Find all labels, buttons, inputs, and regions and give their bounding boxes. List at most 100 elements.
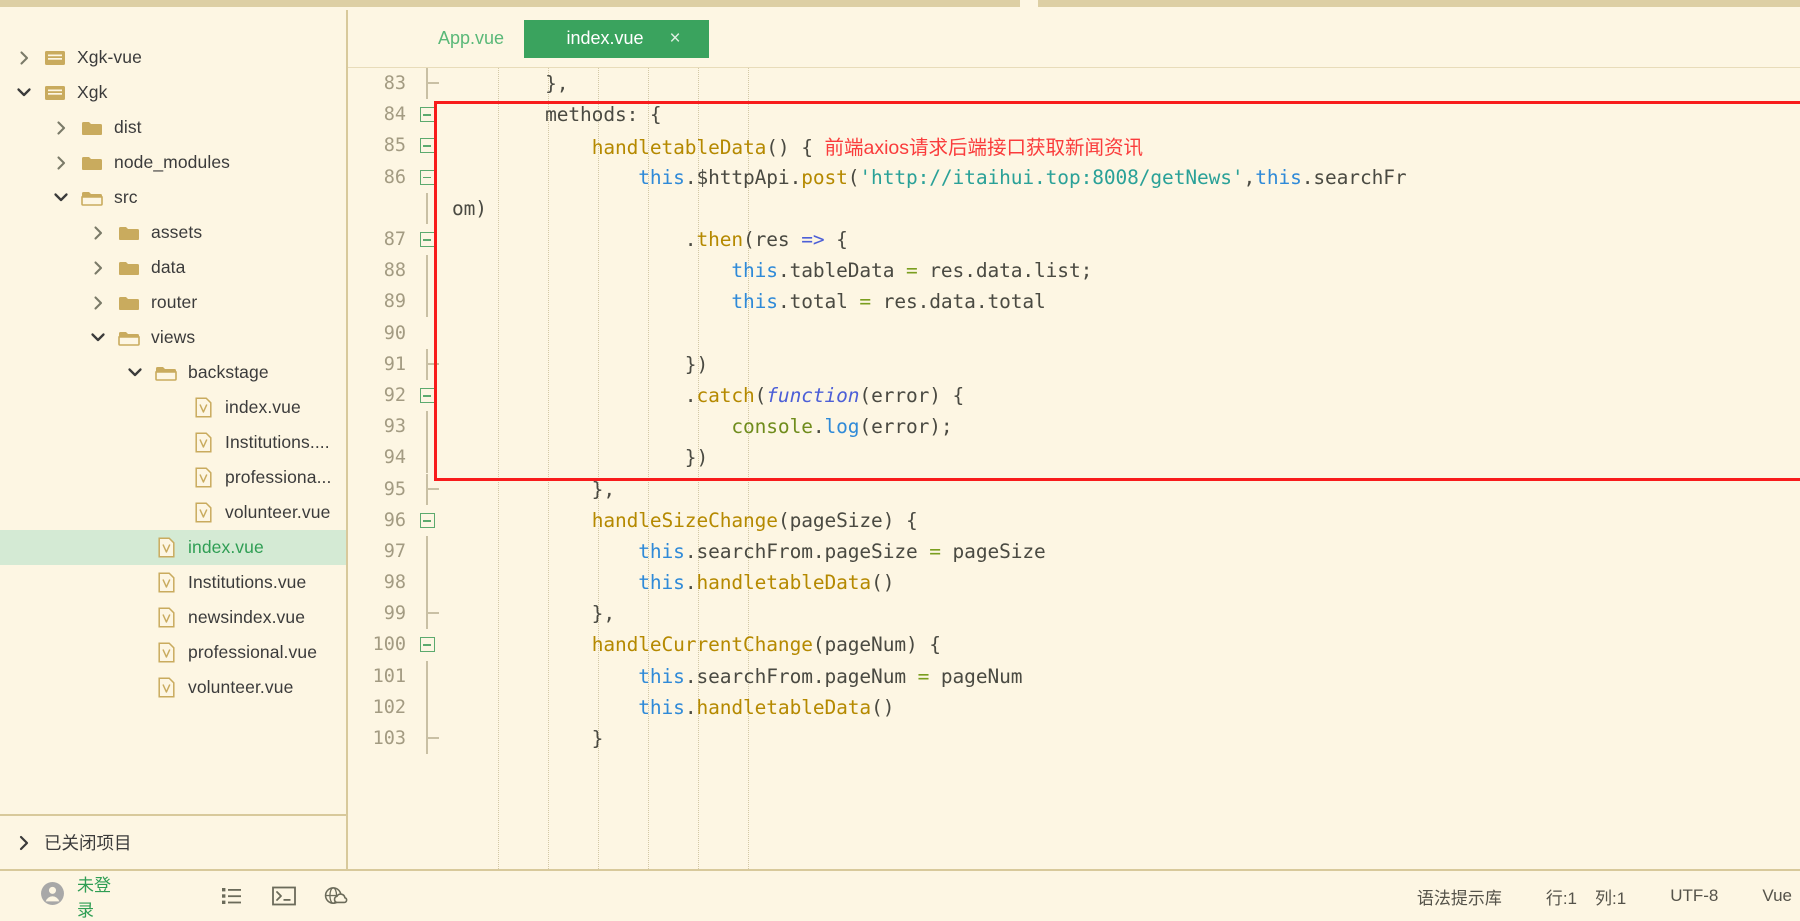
chevron-down-icon[interactable] (51, 188, 71, 208)
code-line[interactable]: 93 console.log(error); (348, 411, 1800, 443)
chevron-down-icon[interactable] (125, 363, 145, 383)
tree-item-index-vue[interactable]: index.vue (0, 530, 346, 565)
chevron-right-icon[interactable] (88, 293, 108, 313)
code-line[interactable]: 103 } (348, 723, 1800, 755)
chevron-right-icon[interactable] (88, 223, 108, 243)
line-number: 86 (383, 166, 406, 188)
project-file-tree[interactable]: Xgk-vue Xgk dist node_modules src assets data r… (0, 10, 346, 814)
code-line[interactable]: 96 handleSizeChange(pageSize) { (348, 505, 1800, 536)
code-line[interactable]: 89 this.total = res.data.total (348, 286, 1800, 318)
code-text: handleSizeChange(pageSize) { (591, 508, 918, 532)
editor-tab-app-vue[interactable]: App.vue (418, 20, 524, 58)
status-bar: 未登录 语法提示库 行:1 列:1 UTF-8 Vue (0, 869, 1800, 921)
chevron-right-icon[interactable] (51, 118, 71, 138)
status-bar-tool-icons (220, 884, 348, 908)
fold-branch-marker (418, 473, 439, 505)
vue-file-icon (190, 432, 216, 454)
list-icon[interactable] (220, 884, 244, 908)
chevron-right-icon (14, 833, 34, 853)
code-line[interactable]: 95 }, (348, 473, 1800, 505)
vue-file-icon (190, 502, 216, 524)
line-number: 100 (372, 634, 406, 656)
tree-item-index-vue[interactable]: index.vue (0, 390, 346, 425)
editor-tab-index-vue[interactable]: index.vue × (524, 19, 710, 58)
code-line[interactable]: 84 methods: { (348, 99, 1800, 130)
tree-item-assets[interactable]: assets (0, 215, 346, 250)
fold-collapse-icon[interactable] (418, 636, 436, 654)
code-line[interactable]: 83 }, (348, 68, 1800, 100)
vue-file-icon (153, 642, 179, 664)
code-line[interactable]: 99 }, (348, 598, 1800, 630)
code-line[interactable]: 97 this.searchFrom.pageSize = pageSize (348, 535, 1800, 567)
chevron-right-icon[interactable] (88, 258, 108, 278)
code-line[interactable]: 87 .then(res => { (348, 224, 1800, 255)
code-line[interactable]: 98 this.handletableData() (348, 567, 1800, 599)
code-line[interactable]: 102 this.handletableData() (348, 691, 1800, 723)
code-lines[interactable]: 83 }, 84 methods: {85 handletableData() {… (348, 68, 1800, 869)
fold-collapse-icon[interactable] (418, 168, 436, 186)
code-text: this.total = res.data.total (731, 290, 1046, 314)
chevron-right-icon[interactable] (51, 153, 71, 173)
tree-item-dist[interactable]: dist (0, 110, 346, 145)
folder-closed-icon (116, 292, 142, 314)
cursor-position[interactable]: 行:1 列:1 (1546, 884, 1626, 909)
tree-item-data[interactable]: data (0, 250, 346, 285)
encoding-selector[interactable]: UTF-8 (1670, 886, 1718, 906)
chevron-right-icon[interactable] (14, 48, 34, 68)
fold-collapse-icon[interactable] (418, 137, 436, 155)
toolbar-segment-left (0, 0, 1020, 7)
editor-tabbar[interactable]: App.vue index.vue × (348, 10, 1800, 68)
code-line[interactable]: 94 }) (348, 442, 1800, 474)
fold-collapse-icon[interactable] (418, 511, 436, 529)
syntax-library-button[interactable]: 语法提示库 (1417, 884, 1502, 909)
tree-item-professiona[interactable]: professiona... (0, 460, 346, 495)
line-number: 89 (383, 291, 406, 313)
code-line[interactable]: 85 handletableData() { 前端axios请求后端接口获取新闻… (348, 130, 1800, 161)
code-line[interactable]: 86 this.$httpApi.post('http://itaihui.to… (348, 162, 1800, 193)
tree-item-volunteer-vue[interactable]: volunteer.vue (0, 495, 346, 530)
fold-collapse-icon[interactable] (418, 386, 436, 404)
tree-item-router[interactable]: router (0, 285, 346, 320)
tree-item-backstage[interactable]: backstage (0, 355, 346, 390)
language-mode-selector[interactable]: Vue (1762, 886, 1792, 906)
code-annotation-text: 前端axios请求后端接口获取新闻资讯 (824, 137, 1144, 160)
chevron-down-icon[interactable] (14, 83, 34, 103)
terminal-icon[interactable] (272, 884, 296, 908)
tree-item-views[interactable]: views (0, 320, 346, 355)
code-line[interactable]: 92 .catch(function(error) { (348, 380, 1800, 411)
vertical-scrollbar[interactable] (1796, 126, 1800, 869)
closed-projects-row[interactable]: 已关闭项目 (0, 814, 346, 869)
fold-collapse-icon[interactable] (418, 106, 436, 124)
code-line[interactable]: 91 }) (348, 348, 1800, 380)
code-line[interactable]: om) (348, 192, 1800, 224)
tree-item-professional-vue[interactable]: professional.vue (0, 635, 346, 670)
browser-cloud-icon[interactable] (324, 884, 348, 908)
tree-item-xgk-vue[interactable]: Xgk-vue (0, 40, 346, 75)
tree-item-src[interactable]: src (0, 180, 346, 215)
close-icon[interactable]: × (670, 29, 681, 48)
tree-item-xgk[interactable]: Xgk (0, 75, 346, 110)
code-line[interactable]: 100 handleCurrentChange(pageNum) { (348, 629, 1800, 660)
project-folder-icon (42, 82, 68, 104)
folder-closed-icon (79, 152, 105, 174)
vue-file-icon (190, 397, 216, 419)
tree-item-label: volunteer.vue (188, 677, 294, 697)
tree-item-label: Institutions.vue (188, 572, 307, 592)
tree-item-node-modules[interactable]: node_modules (0, 145, 346, 180)
tree-item-volunteer-vue[interactable]: volunteer.vue (0, 670, 346, 705)
code-line[interactable]: 101 this.searchFrom.pageNum = pageNum (348, 660, 1800, 692)
code-editor[interactable]: 83 }, 84 methods: {85 handletableData() {… (348, 68, 1800, 869)
chevron-down-icon[interactable] (88, 328, 108, 348)
tree-item-institutions-vue[interactable]: Institutions.vue (0, 565, 346, 600)
tree-item-newsindex-vue[interactable]: newsindex.vue (0, 600, 346, 635)
tree-item-institutions[interactable]: Institutions.... (0, 425, 346, 460)
code-line[interactable]: 90 (348, 318, 1800, 349)
fold-guide-line (418, 255, 436, 287)
account-status[interactable]: 未登录 (40, 871, 121, 921)
line-number: 98 (383, 572, 406, 594)
line-number: 87 (383, 229, 406, 251)
code-text: om) (452, 196, 487, 220)
tree-item-label: Xgk (77, 82, 108, 102)
fold-collapse-icon[interactable] (418, 231, 436, 249)
code-line[interactable]: 88 this.tableData = res.data.list; (348, 255, 1800, 287)
